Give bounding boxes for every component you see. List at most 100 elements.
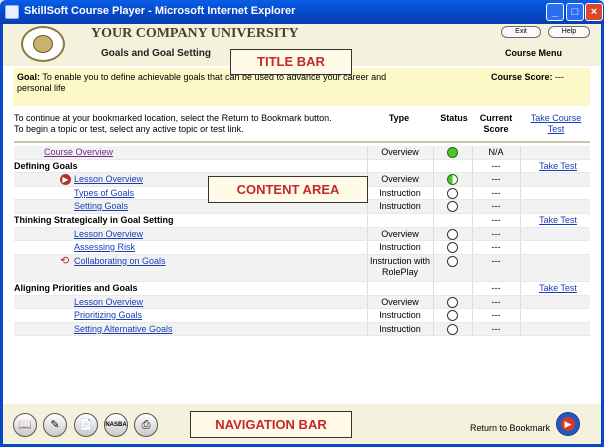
take-course-test-link[interactable]: Take Course Test: [524, 113, 588, 135]
status-cell: [447, 296, 461, 308]
topic-link[interactable]: Prioritizing Goals: [74, 310, 142, 321]
column-divider: [520, 200, 521, 213]
section-title: Defining Goals: [14, 160, 78, 171]
status-not-started-icon: [447, 255, 458, 267]
status-not-started-icon: [447, 187, 458, 199]
help-button[interactable]: Help: [548, 26, 590, 38]
column-divider: [433, 309, 434, 322]
book-icon[interactable]: 📖: [13, 413, 37, 437]
print-icon[interactable]: ⎙: [134, 413, 158, 437]
topic-row: ⟲ Collaborating on Goals Instruction with …: [14, 254, 590, 282]
column-divider: [433, 227, 434, 240]
status-not-started-icon: [447, 242, 458, 253]
current-score: ---: [491, 160, 501, 171]
status-cell: [447, 309, 461, 321]
document-icon[interactable]: 📄: [74, 413, 98, 437]
course-menu-label: Course Menu: [505, 48, 563, 58]
topic-link[interactable]: Lesson Overview: [74, 174, 143, 185]
current-score: ---: [491, 215, 501, 225]
take-test-link[interactable]: Take Test: [526, 215, 590, 226]
column-divider: [433, 254, 434, 281]
status-not-started-icon: [447, 228, 458, 240]
status-cell: [447, 173, 461, 185]
topic-type: Overview: [381, 147, 419, 157]
status-not-started-icon: [447, 296, 458, 308]
navigation-bar-callout: NAVIGATION BAR: [190, 411, 352, 438]
column-divider: [520, 173, 521, 186]
topic-link[interactable]: Lesson Overview: [74, 297, 143, 308]
current-score: ---: [491, 242, 501, 252]
topic-row: Lesson Overview Overview ---: [14, 295, 590, 309]
topic-type: Instruction: [379, 323, 421, 334]
notepad-icon[interactable]: ✎: [43, 413, 67, 437]
current-score: ---: [491, 283, 501, 293]
column-divider: [520, 186, 521, 199]
column-divider: [367, 214, 368, 227]
status-complete-icon: [447, 147, 458, 158]
instructions: To continue at your bookmarked location,…: [14, 113, 332, 134]
topic-row: Course Overview Overview N/A: [14, 146, 590, 160]
current-score: ---: [491, 310, 501, 320]
take-test-link[interactable]: Take Test: [526, 161, 590, 172]
topic-type: Overview: [381, 228, 419, 239]
current-score: ---: [491, 323, 501, 334]
section-row: Thinking Strategically in Goal Setting --…: [14, 214, 590, 228]
status-cell: [447, 200, 461, 212]
column-status: Status: [440, 113, 468, 123]
topic-link[interactable]: Setting Alternative Goals: [74, 324, 173, 335]
topic-type: Instruction: [379, 310, 421, 320]
status-cell: [447, 241, 461, 253]
status-cell: [447, 323, 461, 335]
column-divider: [433, 186, 434, 199]
exit-button[interactable]: Exit: [501, 26, 541, 38]
column-divider: [520, 254, 521, 281]
maximize-button[interactable]: □: [566, 3, 584, 21]
column-divider: [520, 322, 521, 335]
topic-row: Prioritizing Goals Instruction ---: [14, 309, 590, 323]
status-cell: [447, 255, 461, 267]
topic-link[interactable]: Types of Goals: [74, 188, 134, 199]
column-divider: [433, 295, 434, 308]
goal-text: Goal: To enable you to define achievable…: [17, 72, 387, 93]
university-seal-logo: [21, 26, 65, 62]
return-to-bookmark-button[interactable]: ▶: [556, 412, 580, 436]
minimize-button[interactable]: _: [546, 3, 564, 21]
return-to-bookmark-label: Return to Bookmark: [470, 423, 551, 433]
topic-link[interactable]: Course Overview: [44, 147, 113, 158]
column-divider: [520, 146, 521, 159]
section-row: Defining Goals --- Take Test: [14, 159, 590, 173]
topic-row: Lesson Overview Overview ---: [14, 227, 590, 241]
topic-link[interactable]: Setting Goals: [74, 201, 128, 212]
column-divider: [367, 159, 368, 172]
column-divider: [433, 200, 434, 213]
bookmark-icon: ▶: [60, 174, 71, 185]
topic-row: Setting Alternative Goals Instruction ---: [14, 322, 590, 336]
current-score: ---: [491, 201, 501, 211]
column-divider: [520, 214, 521, 227]
current-score: ---: [491, 255, 501, 266]
header-divider: [14, 141, 590, 143]
current-score: ---: [491, 296, 501, 307]
column-type: Type: [388, 113, 410, 123]
take-test-link[interactable]: Take Test: [526, 283, 590, 294]
topic-link[interactable]: Lesson Overview: [74, 229, 143, 240]
topic-type: Instruction: [379, 201, 421, 211]
column-divider: [520, 295, 521, 308]
column-divider: [520, 241, 521, 254]
topic-link[interactable]: Collaborating on Goals: [74, 256, 166, 267]
close-button[interactable]: ×: [585, 3, 603, 21]
topic-link[interactable]: Assessing Risk: [74, 242, 135, 253]
column-divider: [520, 309, 521, 322]
play-arrow-icon: ▶: [561, 417, 575, 431]
status-cell: [447, 228, 461, 240]
status-cell: [447, 187, 461, 199]
column-divider: [520, 159, 521, 172]
column-divider: [433, 146, 434, 159]
column-divider: [520, 227, 521, 240]
status-not-started-icon: [447, 201, 458, 212]
ie-app-icon: [5, 5, 19, 19]
title-bar-callout: TITLE BAR: [230, 49, 352, 75]
nasba-button[interactable]: NASBA: [104, 413, 128, 437]
course-title: Goals and Goal Setting: [101, 48, 212, 59]
content-area-callout: CONTENT AREA: [208, 176, 368, 203]
